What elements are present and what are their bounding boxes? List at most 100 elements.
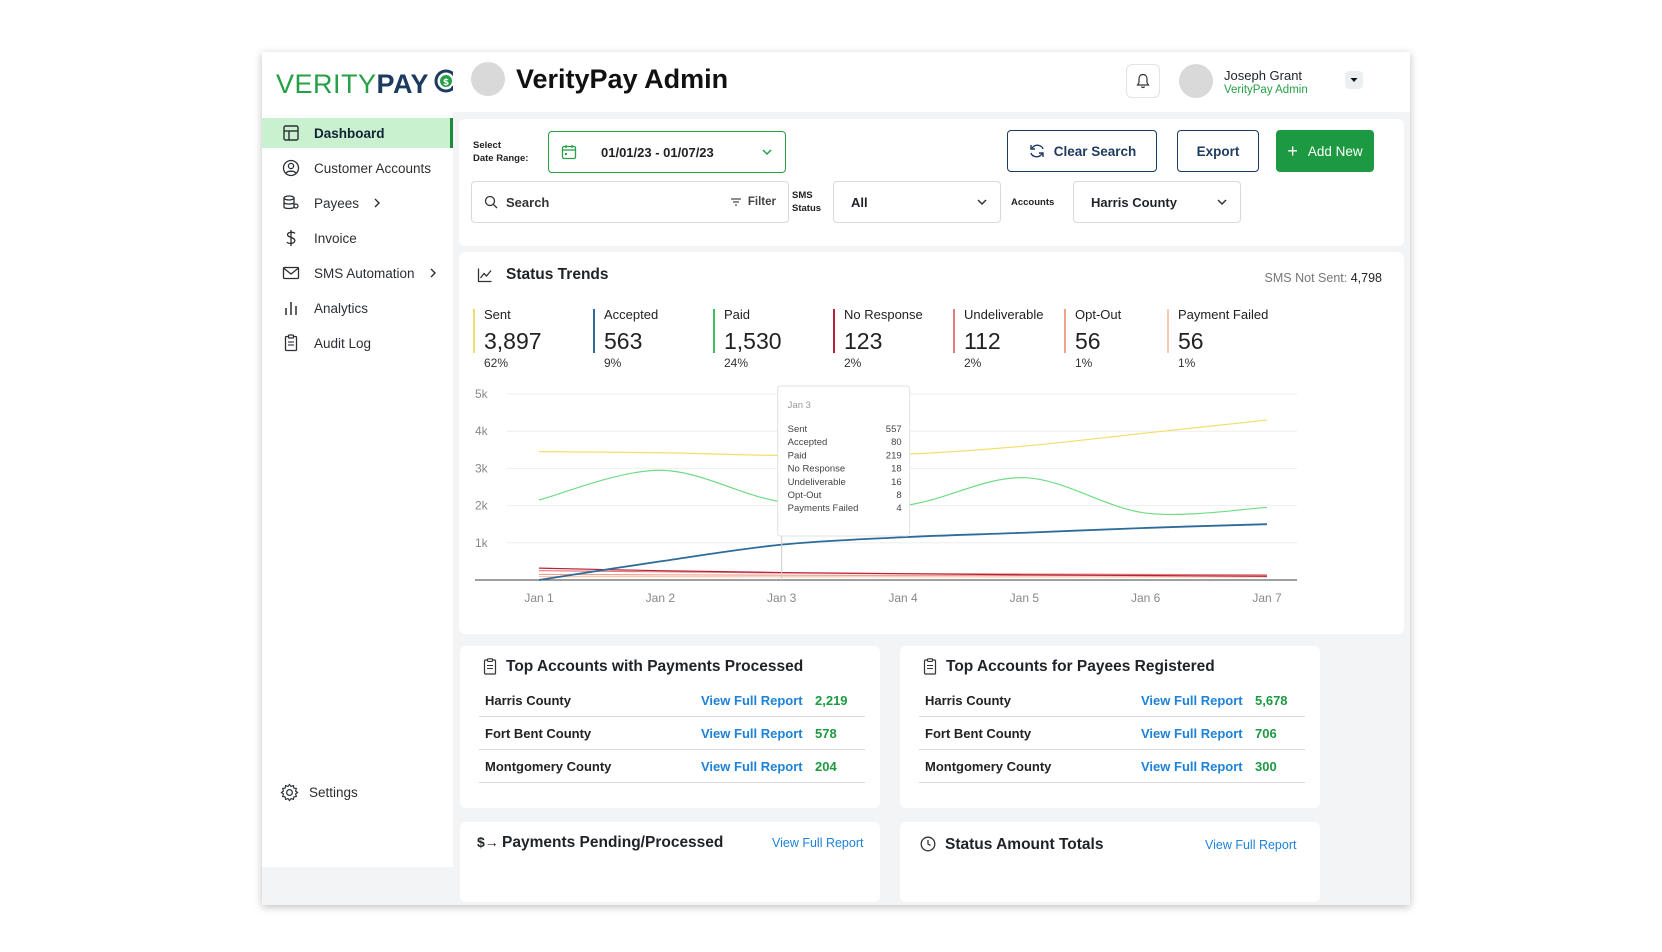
notifications-button[interactable] — [1126, 64, 1160, 98]
chevron-right-icon — [430, 268, 436, 278]
stat-no-response: No Response 123 2% — [833, 307, 923, 377]
sidebar-item-invoice[interactable]: Invoice — [262, 223, 453, 253]
x-tick-label: Jan 7 — [1252, 591, 1282, 605]
stat-paid: Paid 1,530 24% — [713, 307, 782, 377]
account-value: 5,678 — [1255, 693, 1288, 708]
user-avatar[interactable] — [1179, 64, 1213, 98]
sidebar-item-audit-log[interactable]: Audit Log — [262, 328, 453, 358]
y-tick-label: 4k — [475, 424, 489, 438]
stat-value: 112 — [964, 328, 1001, 354]
sidebar-item-settings[interactable]: Settings — [262, 777, 453, 807]
view-full-report-link[interactable]: View Full Report — [1205, 838, 1296, 852]
status-amounts-title: Status Amount Totals — [945, 836, 1104, 853]
search-placeholder: Search — [506, 194, 550, 210]
stat-percent: 2% — [844, 356, 862, 370]
tooltip-label: No Response — [788, 464, 846, 475]
stat-opt-out: Opt-Out 56 1% — [1064, 307, 1121, 377]
view-full-report-link[interactable]: View Full Report — [701, 693, 803, 708]
table-row: Montgomery County View Full Report 204 — [479, 750, 865, 783]
stat-label: Payment Failed — [1178, 307, 1269, 322]
tooltip-value: 4 — [896, 503, 901, 514]
tooltip-label: Sent — [788, 424, 808, 435]
sms-status-value: All — [851, 194, 868, 210]
sidebar-item-label: Payees — [314, 195, 360, 211]
sidebar-item-customer-accounts[interactable]: Customer Accounts — [262, 153, 453, 183]
stat-label: Opt-Out — [1075, 307, 1122, 322]
stat-color-bar — [1064, 309, 1066, 353]
clock-icon — [920, 836, 936, 852]
calendar-icon — [561, 145, 577, 160]
stat-label: Sent — [484, 307, 511, 322]
clipboard-icon — [483, 658, 497, 675]
sidebar-item-label: Analytics — [314, 300, 369, 316]
mail-icon — [281, 263, 301, 283]
account-name: Fort Bent County — [925, 726, 1032, 741]
sidebar-item-payees[interactable]: Payees — [262, 188, 453, 218]
stat-payment-failed: Payment Failed 56 1% — [1167, 307, 1268, 377]
sidebar-item-dashboard[interactable]: Dashboard — [262, 118, 453, 148]
view-full-report-link[interactable]: View Full Report — [701, 759, 803, 774]
search-input[interactable]: Search Filter — [471, 181, 789, 223]
stat-value: 3,897 — [484, 328, 542, 354]
chevron-down-icon — [977, 199, 987, 206]
bell-icon — [1136, 73, 1150, 89]
stat-sent: Sent 3,897 62% — [473, 307, 542, 377]
app-window: VERITY PAY $ Dashboard Customer Accounts … — [262, 52, 1410, 905]
dollar-icon — [281, 228, 301, 248]
tooltip-label: Accepted — [788, 437, 828, 448]
export-button[interactable]: Export — [1177, 130, 1259, 172]
date-range-picker[interactable]: 01/01/23 - 01/07/23 — [548, 131, 786, 173]
y-tick-label: 1k — [475, 536, 489, 550]
stat-label: Undeliverable — [964, 307, 1044, 322]
export-label: Export — [1196, 143, 1240, 159]
filter-icon — [730, 198, 741, 206]
x-tick-label: Jan 5 — [1010, 591, 1040, 605]
plus-icon: + — [1287, 141, 1298, 161]
add-new-button[interactable]: + Add New — [1276, 130, 1374, 172]
sms-status-select[interactable]: All — [833, 181, 1001, 223]
accounts-select[interactable]: Harris County — [1073, 181, 1241, 223]
gear-icon — [279, 782, 299, 802]
y-tick-label: 5k — [475, 387, 489, 401]
view-full-report-link[interactable]: View Full Report — [1141, 693, 1243, 708]
tooltip-label: Undeliverable — [788, 477, 846, 488]
status-trends-title: Status Trends — [506, 266, 609, 283]
sidebar-item-label: Invoice — [314, 230, 357, 246]
logo-verity-text: VERITY — [276, 68, 377, 99]
stat-color-bar — [473, 309, 475, 353]
veritypay-logo[interactable]: VERITY PAY $ — [276, 66, 466, 102]
filter-button[interactable]: Filter — [730, 196, 776, 208]
sidebar: VERITY PAY $ Dashboard Customer Accounts … — [262, 52, 466, 867]
tooltip-value: 8 — [896, 490, 901, 501]
caret-down-icon — [1350, 78, 1358, 82]
user-role: VerityPay Admin — [1224, 84, 1308, 96]
clear-search-button[interactable]: Clear Search — [1007, 130, 1157, 172]
view-full-report-link[interactable]: View Full Report — [1141, 759, 1243, 774]
tooltip-value: 219 — [886, 450, 902, 461]
view-full-report-link[interactable]: View Full Report — [701, 726, 803, 741]
svg-text:$: $ — [443, 78, 449, 88]
sidebar-item-sms-automation[interactable]: SMS Automation — [262, 258, 453, 288]
view-full-report-link[interactable]: View Full Report — [1141, 726, 1243, 741]
sidebar-item-label: Dashboard — [314, 125, 385, 141]
stat-percent: 24% — [724, 356, 749, 370]
org-avatar — [471, 62, 505, 96]
account-name: Montgomery County — [925, 759, 1052, 774]
stat-color-bar — [713, 309, 715, 353]
sidebar-item-analytics[interactable]: Analytics — [262, 293, 453, 323]
view-full-report-link[interactable]: View Full Report — [772, 836, 863, 850]
payments-pending-card: $→ Payments Pending/Processed View Full … — [460, 822, 880, 902]
filter-panel: Select Date Range: 01/01/23 - 01/07/23 Cl… — [459, 119, 1404, 246]
table-row: Harris County View Full Report 5,678 — [919, 684, 1305, 717]
top-payments-title: Top Accounts with Payments Processed — [506, 658, 804, 675]
account-value: 578 — [815, 726, 837, 741]
chevron-right-icon — [374, 198, 381, 208]
stat-percent: 9% — [604, 356, 622, 370]
dashboard-icon — [281, 123, 301, 143]
line-chart-icon — [477, 268, 492, 283]
stat-color-bar — [1167, 309, 1169, 353]
user-menu-toggle[interactable] — [1345, 71, 1363, 89]
tooltip-value: 16 — [891, 477, 902, 488]
top-payments-card: Top Accounts with Payments Processed Har… — [460, 646, 880, 808]
date-range-value: 01/01/23 - 01/07/23 — [601, 144, 714, 160]
